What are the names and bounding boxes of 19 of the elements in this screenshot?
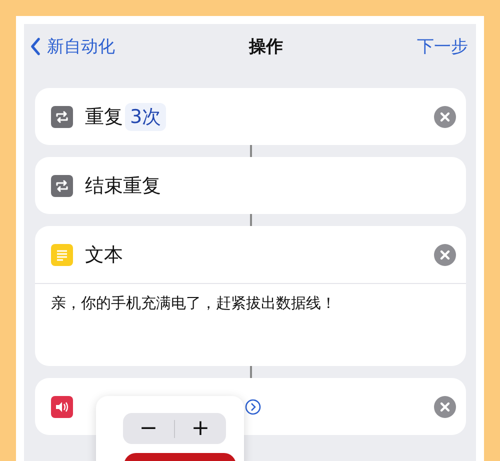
text-icon — [51, 244, 73, 266]
text-content[interactable]: 亲，你的手机充满电了，赶紧拔出数据线！ — [51, 294, 336, 312]
action-title: 结束重复 — [85, 174, 161, 198]
chevron-circle-icon[interactable] — [245, 398, 261, 414]
count-token[interactable]: 3次 — [125, 102, 166, 130]
speaker-icon — [51, 396, 73, 418]
back-button[interactable]: 新自动化 — [30, 34, 115, 58]
remove-icon[interactable] — [434, 106, 456, 128]
decrement-button[interactable]: − — [123, 413, 174, 444]
action-title: 文本 — [85, 242, 123, 268]
screen-title: 操作 — [249, 36, 283, 58]
next-button[interactable]: 下一步 — [417, 34, 468, 58]
repeat-icon — [51, 174, 73, 196]
repeat-icon — [51, 106, 73, 128]
increment-button[interactable]: + — [175, 413, 226, 444]
remove-icon[interactable] — [434, 396, 456, 418]
back-chevron-icon — [30, 36, 41, 56]
remove-icon[interactable] — [434, 244, 456, 266]
action-title: 重复 — [85, 104, 123, 130]
